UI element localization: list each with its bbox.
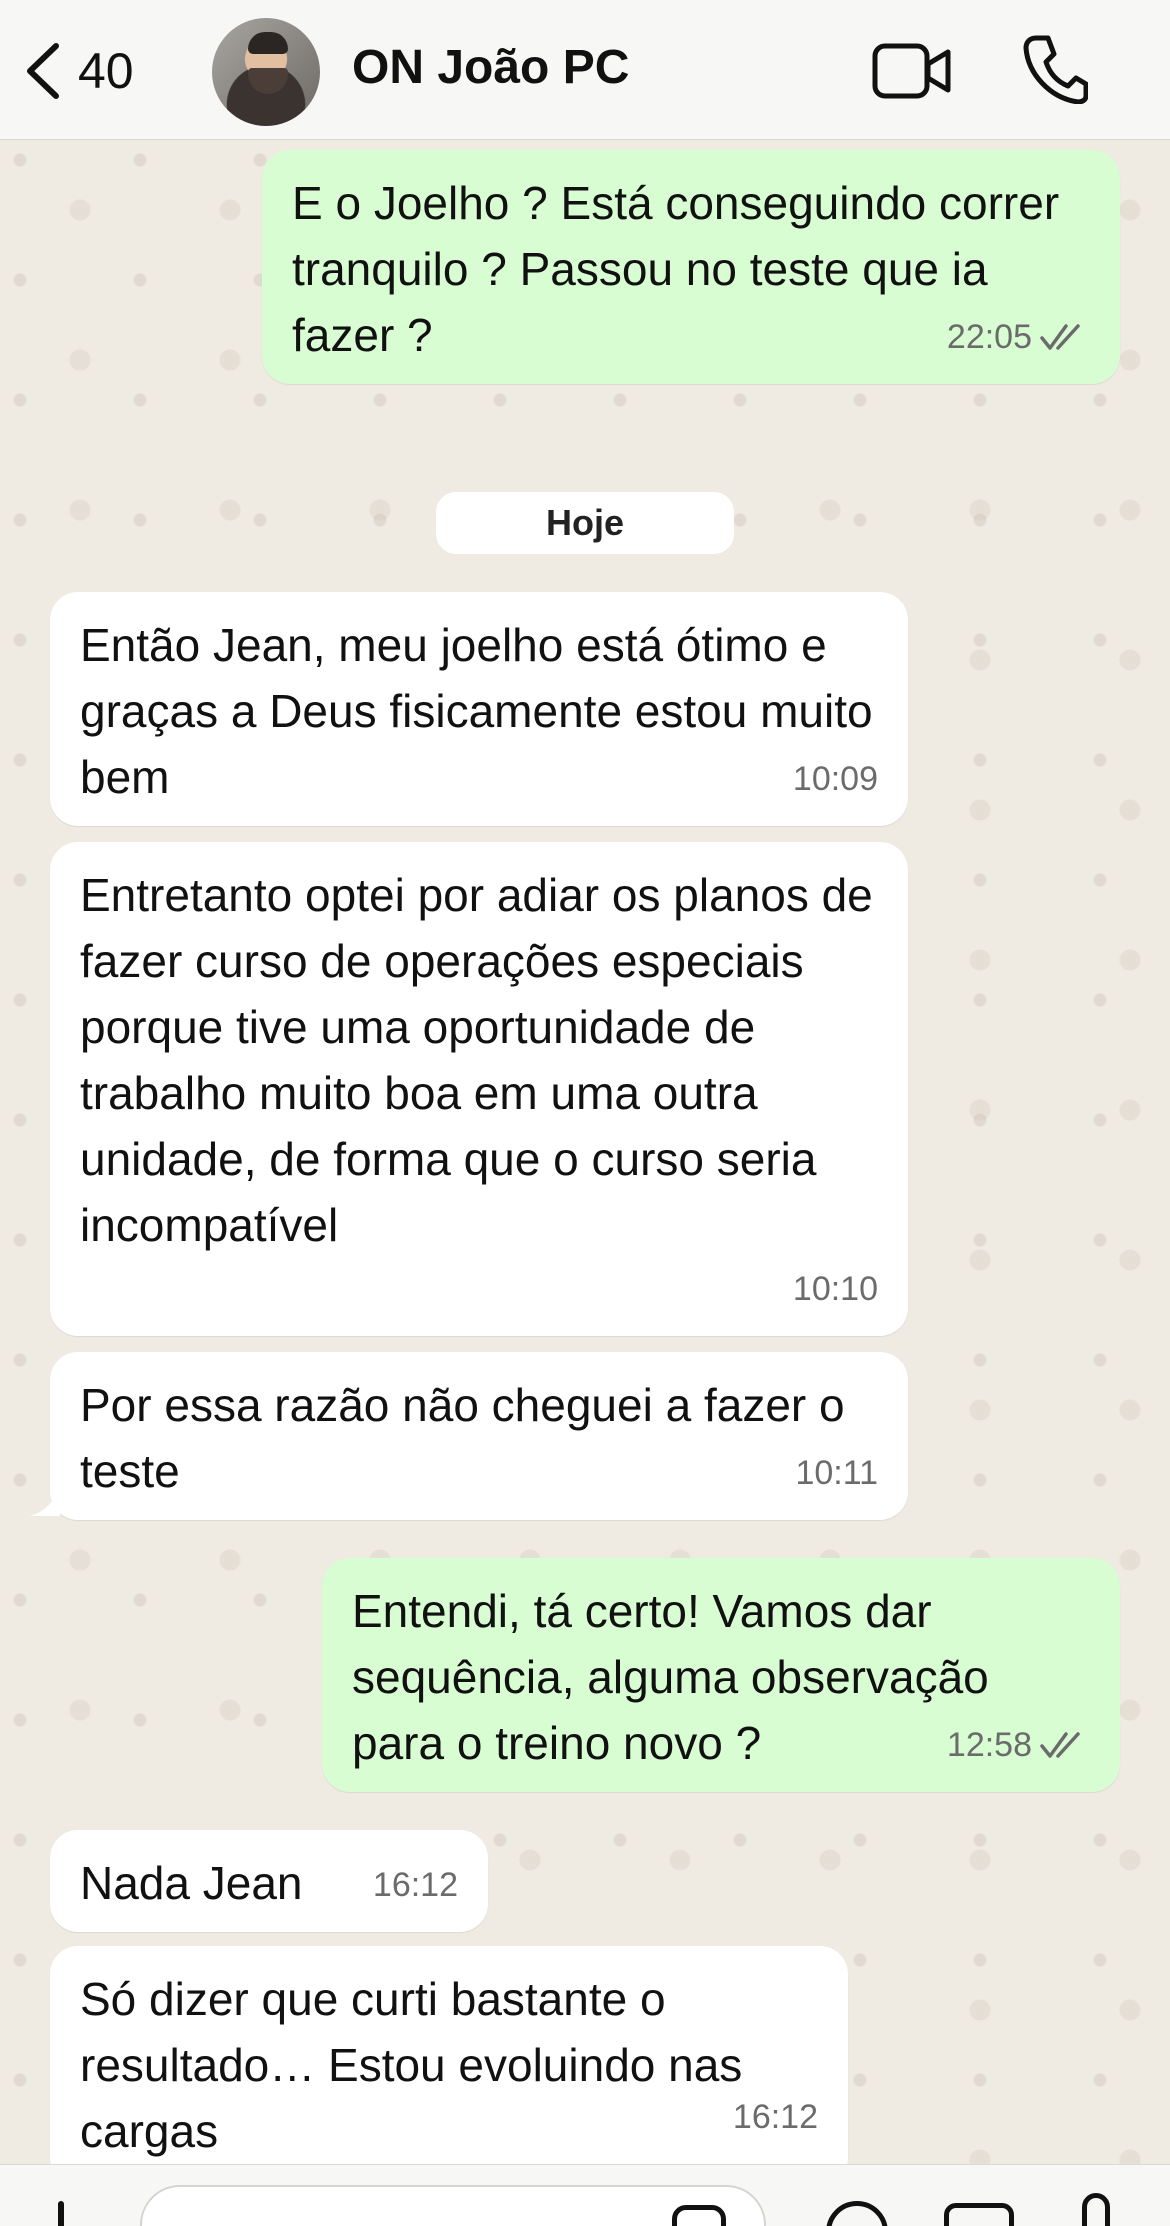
back-button[interactable]: 40 (22, 38, 134, 104)
camera-icon[interactable] (944, 2203, 1014, 2226)
bubble-tail (30, 1486, 60, 1516)
message-text: Então Jean, meu joelho está ótimo e graç… (80, 619, 873, 803)
message-meta: 16:12 (373, 1852, 458, 1918)
double-check-icon (1040, 324, 1080, 350)
input-bar (0, 2164, 1170, 2226)
message-meta: 22:05 (947, 304, 1090, 370)
message-incoming[interactable]: Por essa razão não cheguei a fazer o tes… (50, 1352, 908, 1520)
chevron-left-icon (27, 43, 59, 99)
microphone-icon[interactable] (1082, 2193, 1110, 2226)
date-separator: Hoje (436, 492, 734, 554)
chat-header: 40 ON João PC (0, 0, 1170, 140)
message-outgoing[interactable]: Entendi, tá certo! Vamos dar sequência, … (322, 1558, 1120, 1792)
message-meta: 10:11 (795, 1440, 878, 1506)
contact-name[interactable]: ON João PC (352, 40, 629, 95)
message-time: 22:05 (946, 318, 1032, 356)
sticker-icon[interactable] (672, 2205, 726, 2226)
unread-count: 40 (78, 43, 134, 99)
phone-icon[interactable] (1022, 34, 1088, 104)
message-time: 10:11 (795, 1454, 878, 1492)
message-incoming[interactable]: Entretanto optei por adiar os planos de … (50, 842, 908, 1336)
payment-icon[interactable] (826, 2201, 888, 2226)
message-time: 10:09 (792, 760, 878, 798)
message-meta: 10:09 (793, 746, 878, 812)
message-meta: 16:12 (733, 2084, 818, 2150)
message-text: Por essa razão não cheguei a fazer o tes… (80, 1379, 845, 1497)
message-incoming[interactable]: Então Jean, meu joelho está ótimo e graç… (50, 592, 908, 826)
message-time: 16:12 (372, 1866, 458, 1904)
message-incoming[interactable]: Nada Jean 16:12 (50, 1830, 488, 1932)
message-text: Nada Jean (80, 1857, 303, 1909)
message-outgoing[interactable]: E o Joelho ? Está conseguindo correr tra… (262, 150, 1120, 384)
message-time: 16:12 (732, 2098, 818, 2136)
message-text: Só dizer que curti bastante o resultado…… (80, 1973, 743, 2157)
message-incoming[interactable]: Só dizer que curti bastante o resultado…… (50, 1946, 848, 2164)
chat-area[interactable]: E o Joelho ? Está conseguindo correr tra… (0, 140, 1170, 2164)
message-time: 10:10 (792, 1270, 878, 1308)
video-camera-icon[interactable] (872, 40, 952, 102)
message-time: 12:58 (946, 1726, 1032, 1764)
message-text: Entretanto optei por adiar os planos de … (80, 869, 873, 1251)
avatar[interactable] (212, 18, 320, 126)
plus-icon[interactable] (58, 2201, 64, 2226)
double-check-icon (1040, 1732, 1080, 1758)
message-meta: 12:58 (947, 1712, 1090, 1778)
message-meta: 10:10 (793, 1256, 878, 1322)
